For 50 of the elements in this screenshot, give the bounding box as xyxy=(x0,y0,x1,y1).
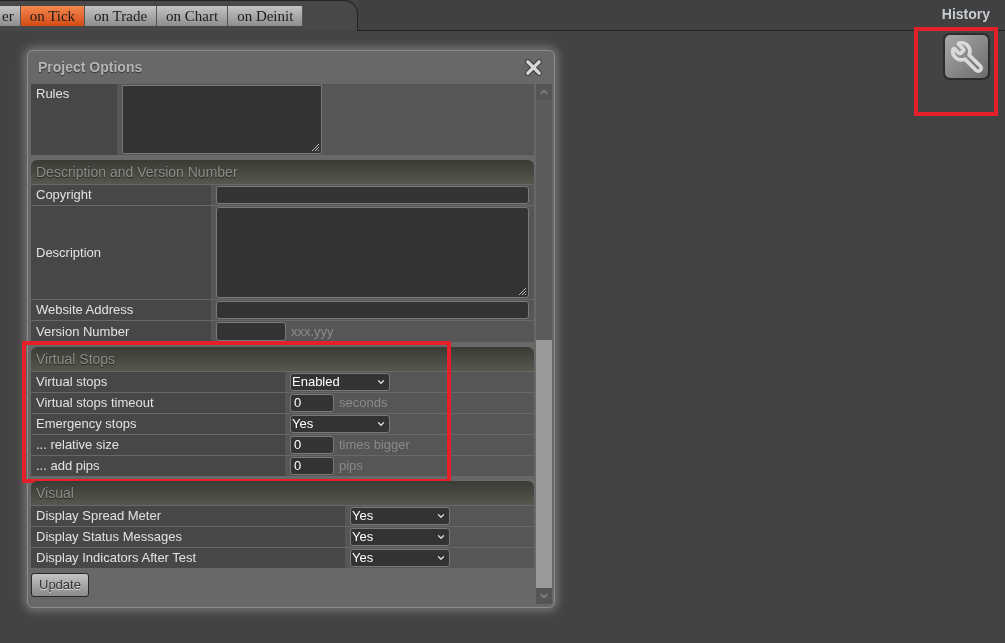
resize-grip-icon[interactable] xyxy=(310,142,320,152)
text-area[interactable] xyxy=(122,85,322,154)
dropdown-select[interactable]: Enabled xyxy=(290,373,390,391)
field-label: Emergency stops xyxy=(31,414,285,434)
wrench-icon xyxy=(949,39,984,74)
chevron-down-icon xyxy=(436,532,446,542)
field-label: ... relative size xyxy=(31,435,285,455)
field-label: Copyright xyxy=(31,185,211,205)
scroll-up-button[interactable] xyxy=(536,84,552,100)
number-input[interactable]: 0 xyxy=(290,436,334,454)
tools-button[interactable] xyxy=(943,33,990,80)
field-label: Website Address xyxy=(31,300,211,320)
chevron-down-icon xyxy=(436,511,446,521)
dropdown-select[interactable]: Yes xyxy=(290,415,390,433)
number-input[interactable]: 0 xyxy=(290,394,334,412)
chevron-down-icon xyxy=(376,377,386,387)
field-label: Display Indicators After Test xyxy=(31,548,345,568)
close-icon[interactable] xyxy=(525,59,542,76)
tab[interactable]: on Deinit xyxy=(228,6,304,26)
tab[interactable]: on Chart xyxy=(157,6,229,26)
resize-grip-icon[interactable] xyxy=(517,286,527,296)
field-label: Description xyxy=(31,206,211,299)
text-input[interactable] xyxy=(216,301,529,319)
field-label: ... add pips xyxy=(31,456,285,476)
tab[interactable]: on Tick xyxy=(20,6,86,26)
dropdown-select[interactable]: Yes xyxy=(350,528,450,546)
section-header: Visual xyxy=(31,481,534,505)
dialog-title: Project Options xyxy=(38,58,143,77)
field-label: Display Spread Meter xyxy=(31,506,345,526)
chevron-down-icon xyxy=(376,419,386,429)
update-button[interactable]: Update xyxy=(31,573,89,597)
section-header: Virtual Stops xyxy=(31,347,534,371)
field-label: Rules xyxy=(31,84,117,155)
chevron-down-icon xyxy=(436,553,446,563)
text-input[interactable] xyxy=(216,322,286,341)
number-input[interactable]: 0 xyxy=(290,457,334,475)
history-heading: History xyxy=(941,5,990,23)
dropdown-select[interactable]: Yes xyxy=(350,507,450,525)
scrollbar-thumb[interactable] xyxy=(536,340,552,588)
section-header: Description and Version Number xyxy=(31,160,534,184)
tab[interactable]: on Trade xyxy=(85,6,158,26)
text-area[interactable] xyxy=(216,207,529,298)
text-input[interactable] xyxy=(216,186,529,204)
field-label: Display Status Messages xyxy=(31,527,345,547)
field-label: Version Number xyxy=(31,321,211,342)
field-label: Virtual stops xyxy=(31,372,285,392)
tab[interactable]: er xyxy=(0,6,21,26)
scroll-down-button[interactable] xyxy=(536,588,552,604)
field-label: Virtual stops timeout xyxy=(31,393,285,413)
dropdown-select[interactable]: Yes xyxy=(350,549,450,567)
